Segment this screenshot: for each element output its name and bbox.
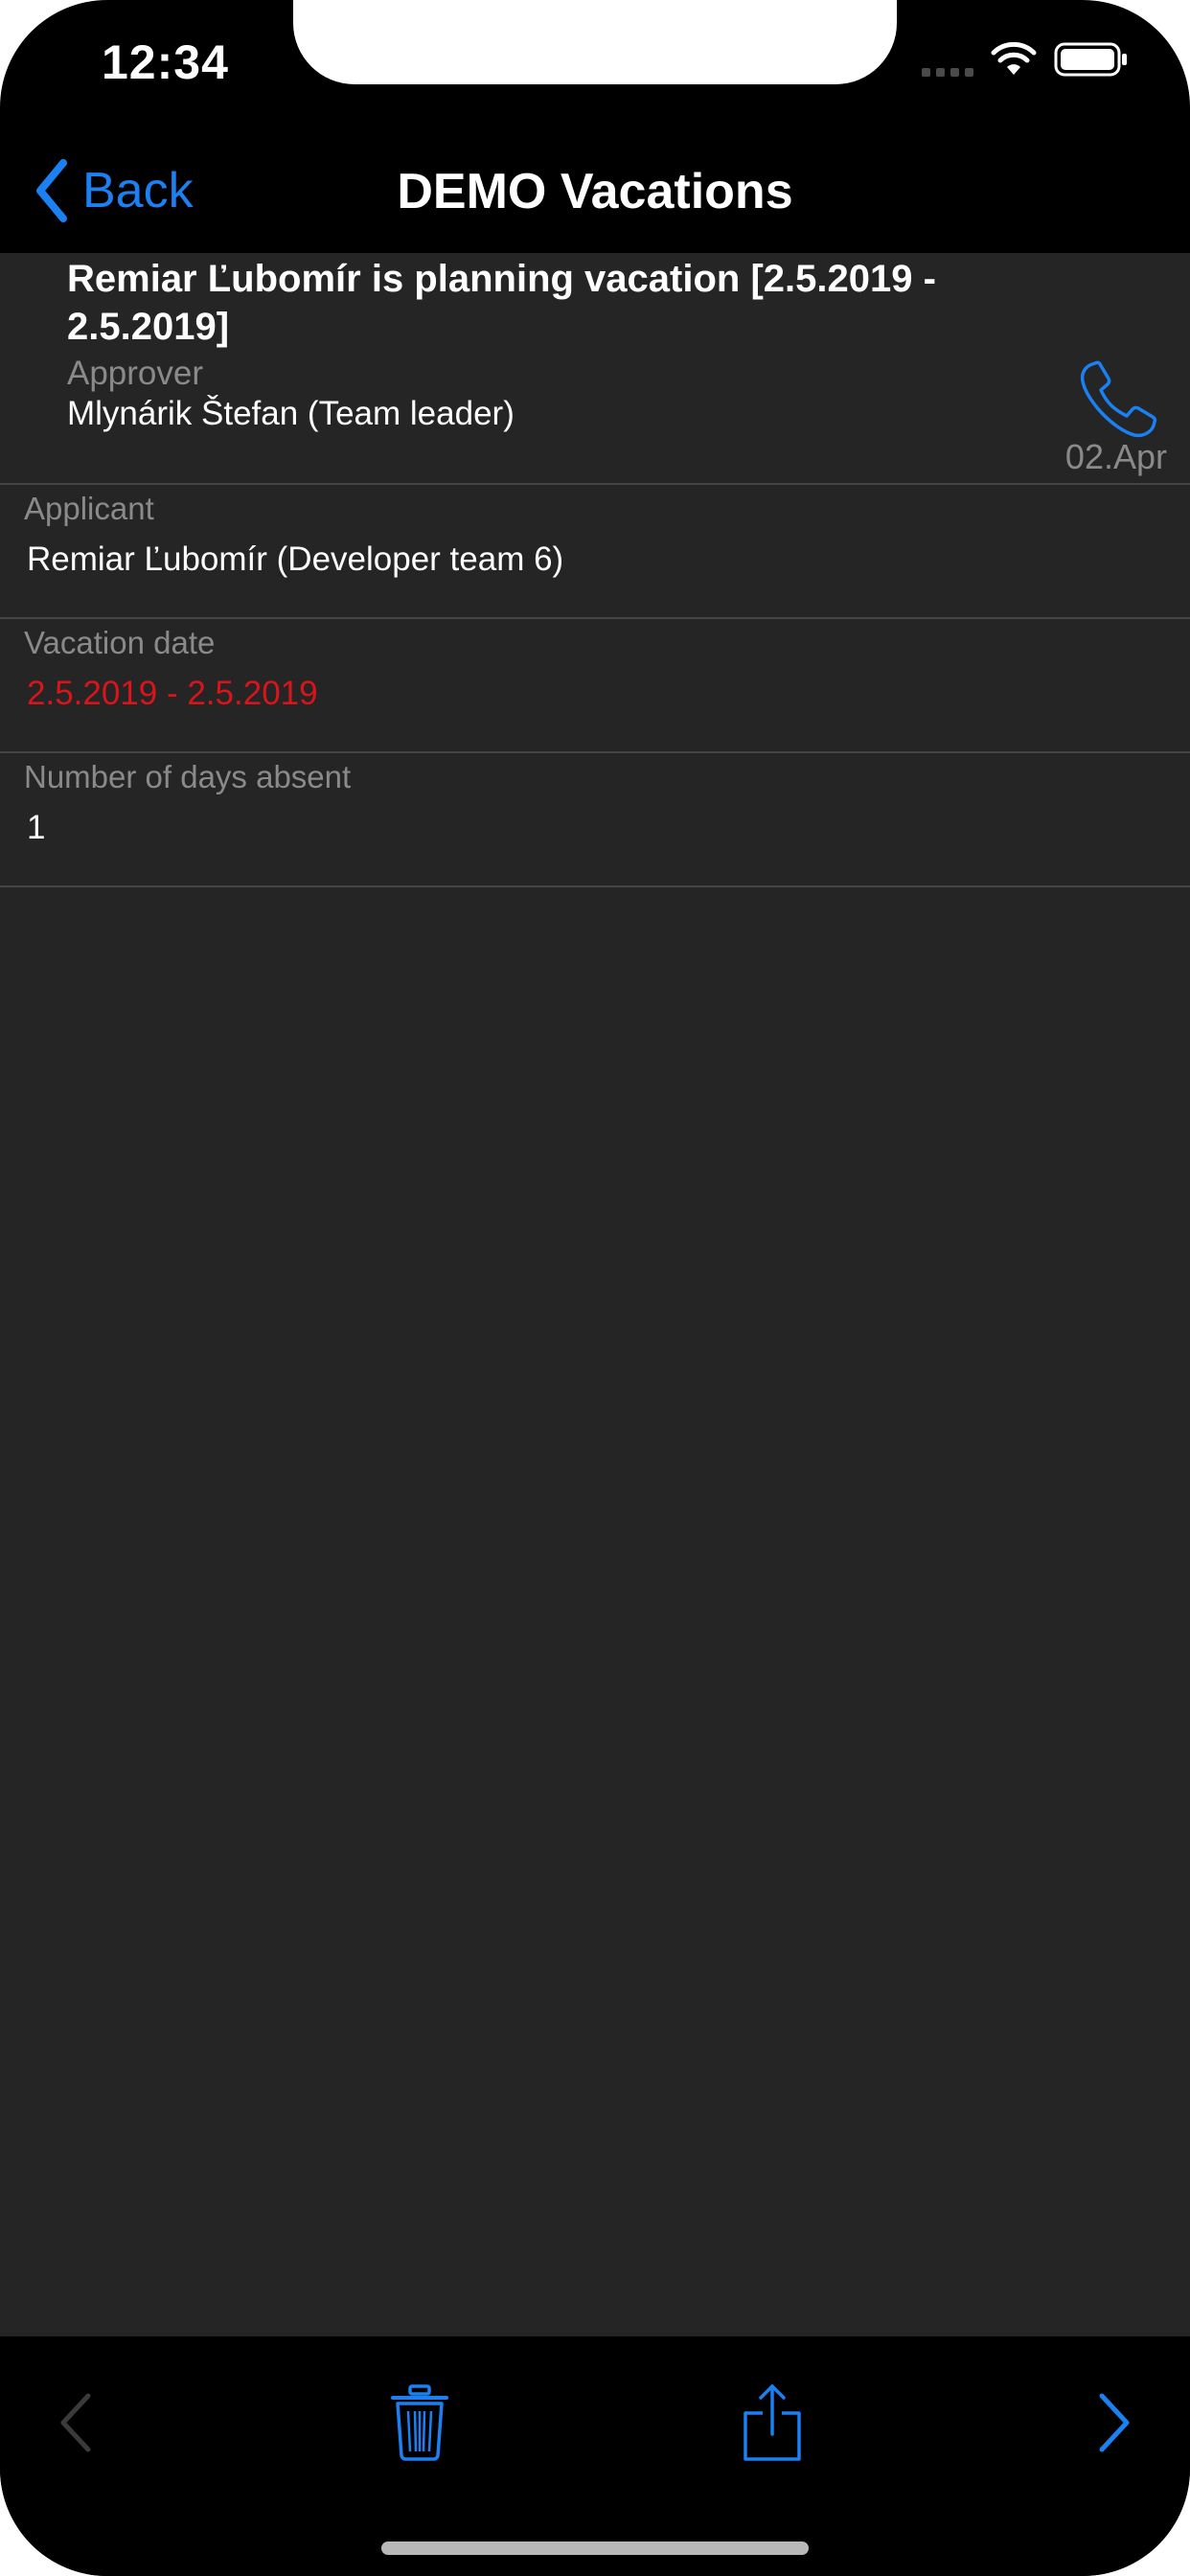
request-date: 02.Apr (1064, 437, 1167, 476)
wifi-icon (991, 42, 1037, 75)
share-icon (744, 2384, 801, 2461)
page-title: DEMO Vacations (397, 164, 793, 219)
phone-icon (1080, 360, 1157, 438)
chevron-left-icon (60, 2393, 91, 2452)
bottom-toolbar (0, 2336, 1190, 2576)
previous-button[interactable] (27, 2375, 123, 2471)
request-header: Remiar Ľubomír is planning vacation [2.5… (0, 253, 1190, 485)
device-notch (293, 0, 897, 84)
cellular-signal-icon (922, 42, 973, 77)
approver-label: Approver (67, 355, 204, 392)
field-vacation-date: Vacation date 2.5.2019 - 2.5.2019 (0, 619, 1190, 753)
navigation-bar: Back DEMO Vacations (0, 144, 1190, 253)
field-applicant: Applicant Remiar Ľubomír (Developer team… (0, 485, 1190, 619)
request-title: Remiar Ľubomír is planning vacation [2.5… (67, 258, 936, 348)
share-button[interactable] (724, 2375, 820, 2471)
approver-value: Mlynárik Štefan (Team leader) (67, 395, 515, 432)
detail-content: Remiar Ľubomír is planning vacation [2.5… (0, 253, 1190, 2336)
field-value: 1 (27, 809, 46, 846)
field-days-absent: Number of days absent 1 (0, 753, 1190, 887)
field-label: Applicant (24, 491, 154, 526)
status-time: 12:34 (102, 35, 229, 89)
field-value: 2.5.2019 - 2.5.2019 (27, 675, 318, 712)
home-indicator[interactable] (381, 2542, 809, 2555)
field-label: Vacation date (24, 625, 216, 660)
trash-icon (391, 2384, 448, 2461)
device-screen: 12:34 Back DEMO Vacations Remiar Ľubomír… (0, 0, 1190, 2576)
chevron-right-icon (1099, 2393, 1130, 2452)
battery-icon (1054, 42, 1127, 77)
field-value: Remiar Ľubomír (Developer team 6) (27, 540, 564, 578)
call-button[interactable] (1075, 356, 1161, 443)
next-button[interactable] (1067, 2375, 1163, 2471)
delete-button[interactable] (372, 2375, 468, 2471)
status-indicators (922, 42, 1129, 77)
field-label: Number of days absent (24, 759, 352, 794)
